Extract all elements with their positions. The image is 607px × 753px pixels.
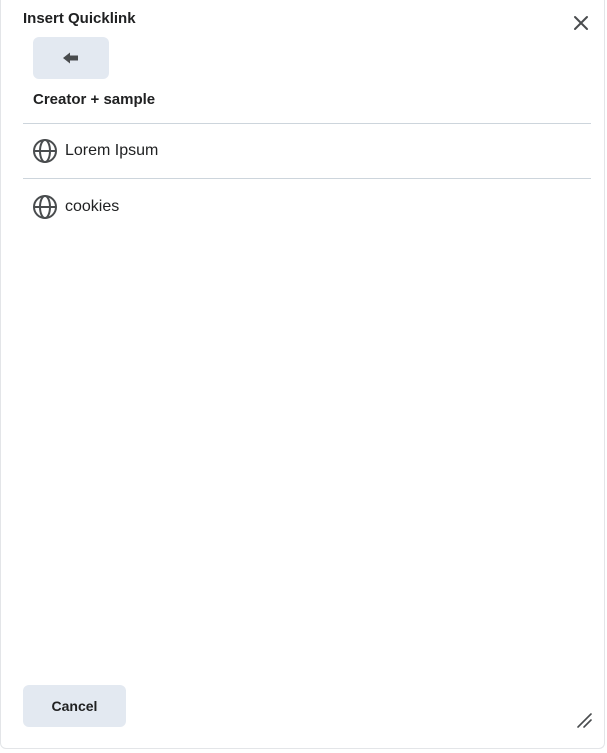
- resize-handle-icon[interactable]: [575, 711, 593, 729]
- cancel-button[interactable]: Cancel: [23, 685, 126, 727]
- globe-icon: [32, 194, 58, 220]
- close-button[interactable]: [569, 11, 593, 35]
- dialog-title: Insert Quicklink: [23, 10, 136, 27]
- list-item[interactable]: Lorem Ipsum: [23, 124, 591, 179]
- back-button[interactable]: [33, 37, 109, 79]
- close-icon: [574, 16, 588, 30]
- folder-heading: Creator + sample: [33, 91, 156, 108]
- quicklink-list: Lorem Ipsum cookies: [23, 123, 591, 234]
- list-item-label: cookies: [65, 197, 120, 215]
- insert-quicklink-dialog: Insert Quicklink Creator + sample Lorem …: [0, 0, 605, 749]
- arrow-left-icon: [63, 52, 78, 64]
- list-item[interactable]: cookies: [23, 179, 591, 234]
- globe-icon: [32, 138, 58, 164]
- list-item-label: Lorem Ipsum: [65, 142, 159, 159]
